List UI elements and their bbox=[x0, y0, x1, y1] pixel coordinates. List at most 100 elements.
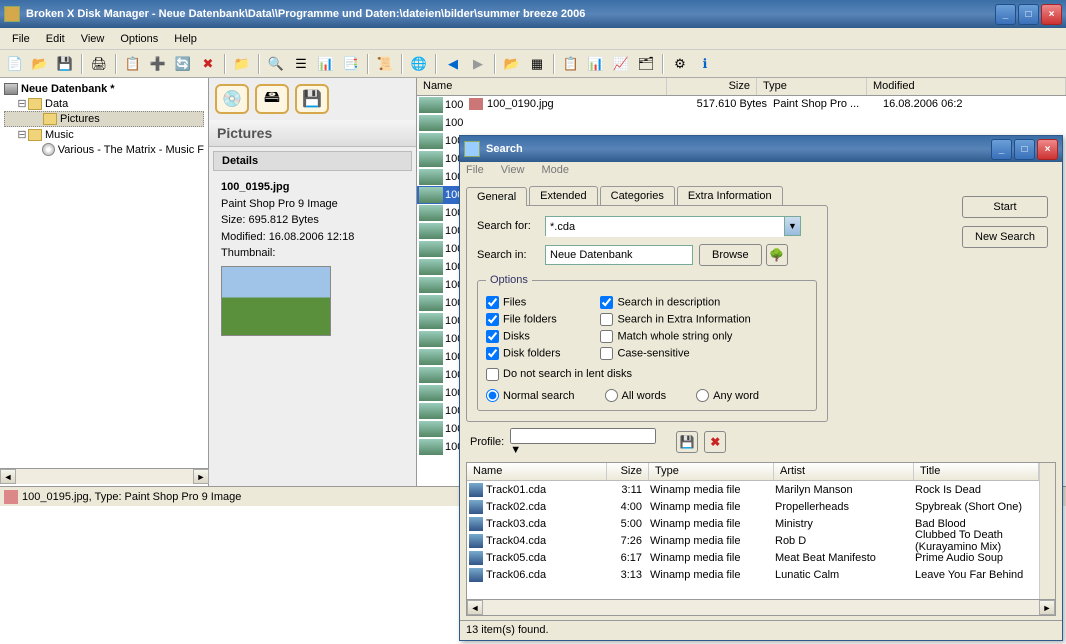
tool-open-icon[interactable]: 📂 bbox=[29, 53, 51, 75]
tab-extended[interactable]: Extended bbox=[529, 186, 597, 205]
tool-view1-icon[interactable]: ▦ bbox=[526, 53, 548, 75]
profile-delete-button[interactable]: ✖ bbox=[704, 431, 726, 453]
profile-save-button[interactable]: 💾 bbox=[676, 431, 698, 453]
detail-tab-save-icon[interactable]: 💾 bbox=[295, 84, 329, 114]
search-results[interactable]: Name Size Type Artist Title Track01.cda3… bbox=[466, 462, 1056, 616]
result-row[interactable]: Track02.cda4:00Winamp media filePropelle… bbox=[467, 498, 1039, 515]
tool-btn2-icon[interactable]: 📈 bbox=[610, 53, 632, 75]
detail-tab-drive-icon[interactable]: 🖴 bbox=[255, 84, 289, 114]
menu-options[interactable]: Options bbox=[112, 30, 166, 48]
tool-back-icon[interactable]: ◀ bbox=[442, 53, 464, 75]
maximize-button[interactable]: □ bbox=[1018, 4, 1039, 25]
opt-case[interactable]: Case-sensitive bbox=[600, 345, 750, 362]
radio-all[interactable]: All words bbox=[605, 389, 667, 402]
results-header[interactable]: Name Size Type Artist Title bbox=[467, 463, 1039, 481]
menu-help[interactable]: Help bbox=[166, 30, 205, 48]
start-button[interactable]: Start bbox=[962, 196, 1048, 218]
radio-any[interactable]: Any word bbox=[696, 389, 759, 402]
folder-tree[interactable]: Neue Datenbank * ⊟Data Pictures ⊟Music V… bbox=[0, 78, 209, 498]
tool-search-icon[interactable]: 🔍 bbox=[265, 53, 287, 75]
tool-list-icon[interactable]: ☰ bbox=[290, 53, 312, 75]
chevron-down-icon[interactable]: ▼ bbox=[784, 217, 800, 235]
tool-delete-icon[interactable]: ✖ bbox=[197, 53, 219, 75]
tree-scrollbar[interactable]: ◄► bbox=[0, 468, 209, 484]
new-search-button[interactable]: New Search bbox=[962, 226, 1048, 248]
tool-filter-icon[interactable]: 📊 bbox=[315, 53, 337, 75]
tool-refresh-icon[interactable]: 🔄 bbox=[172, 53, 194, 75]
profile-input[interactable] bbox=[510, 428, 656, 444]
search-menu-file[interactable]: File bbox=[466, 164, 484, 176]
list-header[interactable]: Name Size Type Modified bbox=[417, 78, 1066, 96]
tool-props-icon[interactable]: 📑 bbox=[340, 53, 362, 75]
close-button[interactable]: × bbox=[1041, 4, 1062, 25]
search-maximize-button[interactable]: □ bbox=[1014, 139, 1035, 160]
tool-details-icon[interactable]: 📋 bbox=[560, 53, 582, 75]
tool-save-icon[interactable]: 💾 bbox=[54, 53, 76, 75]
col-name[interactable]: Name bbox=[417, 78, 667, 95]
result-row[interactable]: Track01.cda3:11Winamp media fileMarilyn … bbox=[467, 481, 1039, 498]
tool-btn3-icon[interactable]: 🗂 bbox=[635, 53, 657, 75]
result-row[interactable]: Track06.cda3:13Winamp media fileLunatic … bbox=[467, 566, 1039, 583]
tool-print-icon[interactable]: 🖨 bbox=[88, 53, 110, 75]
menu-file[interactable]: File bbox=[4, 30, 38, 48]
menu-view[interactable]: View bbox=[73, 30, 113, 48]
search-for-label: Search for: bbox=[477, 220, 545, 232]
radio-normal[interactable]: Normal search bbox=[486, 389, 575, 402]
opt-disk-folders[interactable]: Disk folders bbox=[486, 345, 560, 362]
tree-item-data[interactable]: ⊟Data bbox=[4, 96, 204, 111]
tree-item-music[interactable]: ⊟Music bbox=[4, 127, 204, 142]
opt-no-lent[interactable]: Do not search in lent disks bbox=[486, 368, 632, 380]
result-row[interactable]: Track04.cda7:26Winamp media fileRob DClu… bbox=[467, 532, 1039, 549]
tree-item-pictures[interactable]: Pictures bbox=[4, 111, 204, 127]
profile-combo[interactable]: ▼ bbox=[510, 428, 670, 456]
col-modified[interactable]: Modified bbox=[867, 78, 1066, 95]
tool-info-icon[interactable]: ℹ bbox=[694, 53, 716, 75]
tool-settings-icon[interactable]: ⚙ bbox=[669, 53, 691, 75]
search-minimize-button[interactable]: _ bbox=[991, 139, 1012, 160]
col-type[interactable]: Type bbox=[757, 78, 867, 95]
tree-root[interactable]: Neue Datenbank * bbox=[4, 82, 204, 96]
result-row[interactable]: Track05.cda6:17Winamp media fileMeat Bea… bbox=[467, 549, 1039, 566]
detail-header: Pictures bbox=[209, 120, 416, 147]
list-row[interactable]: 100_0190.jpg 517.610 Bytes Paint Shop Pr… bbox=[467, 96, 1066, 112]
browse-button[interactable]: Browse bbox=[699, 244, 762, 266]
tab-categories[interactable]: Categories bbox=[600, 186, 675, 205]
chevron-down-icon[interactable]: ▼ bbox=[510, 444, 670, 456]
minimize-button[interactable]: _ bbox=[995, 4, 1016, 25]
tab-extra[interactable]: Extra Information bbox=[677, 186, 783, 205]
main-titlebar[interactable]: Broken X Disk Manager - Neue Datenbank\D… bbox=[0, 0, 1066, 28]
tree-item-matrix[interactable]: Various - The Matrix - Music F bbox=[4, 142, 204, 157]
search-menu-view[interactable]: View bbox=[501, 164, 525, 176]
tool-btn1-icon[interactable]: 📊 bbox=[585, 53, 607, 75]
detail-tab-disc-icon[interactable]: 💿 bbox=[215, 84, 249, 114]
tool-copy-icon[interactable]: 📋 bbox=[122, 53, 144, 75]
thumb-row[interactable]: 100 bbox=[417, 114, 467, 132]
search-close-button[interactable]: × bbox=[1037, 139, 1058, 160]
tool-fwd-icon[interactable]: ▶ bbox=[467, 53, 489, 75]
search-menu-mode[interactable]: Mode bbox=[542, 164, 570, 176]
browse-tree-button[interactable]: 🌳 bbox=[766, 244, 788, 266]
detail-modified: Modified: 16.08.2006 12:18 bbox=[221, 231, 354, 243]
opt-file-folders[interactable]: File folders bbox=[486, 311, 560, 328]
tool-script-icon[interactable]: 📜 bbox=[374, 53, 396, 75]
tool-add-icon[interactable]: ➕ bbox=[147, 53, 169, 75]
opt-whole[interactable]: Match whole string only bbox=[600, 328, 750, 345]
tool-up-icon[interactable]: 📂 bbox=[501, 53, 523, 75]
opt-disks[interactable]: Disks bbox=[486, 328, 560, 345]
results-vscroll[interactable] bbox=[1039, 463, 1055, 599]
results-hscroll[interactable]: ◄► bbox=[467, 599, 1055, 615]
opt-files[interactable]: Files bbox=[486, 294, 560, 311]
tool-web-icon[interactable]: 🌐 bbox=[408, 53, 430, 75]
search-in-input[interactable] bbox=[545, 245, 693, 265]
tool-new-icon[interactable]: 📄 bbox=[4, 53, 26, 75]
thumb-row[interactable]: 100 bbox=[417, 96, 467, 114]
search-titlebar[interactable]: Search _ □ × bbox=[460, 136, 1062, 162]
tool-folder-icon[interactable]: 📁 bbox=[231, 53, 253, 75]
opt-extra[interactable]: Search in Extra Information bbox=[600, 311, 750, 328]
col-size[interactable]: Size bbox=[667, 78, 757, 95]
search-for-combo[interactable]: ▼ bbox=[545, 216, 801, 236]
opt-desc[interactable]: Search in description bbox=[600, 294, 750, 311]
search-for-input[interactable] bbox=[546, 217, 784, 237]
menu-edit[interactable]: Edit bbox=[38, 30, 73, 48]
tab-general[interactable]: General bbox=[466, 187, 527, 206]
